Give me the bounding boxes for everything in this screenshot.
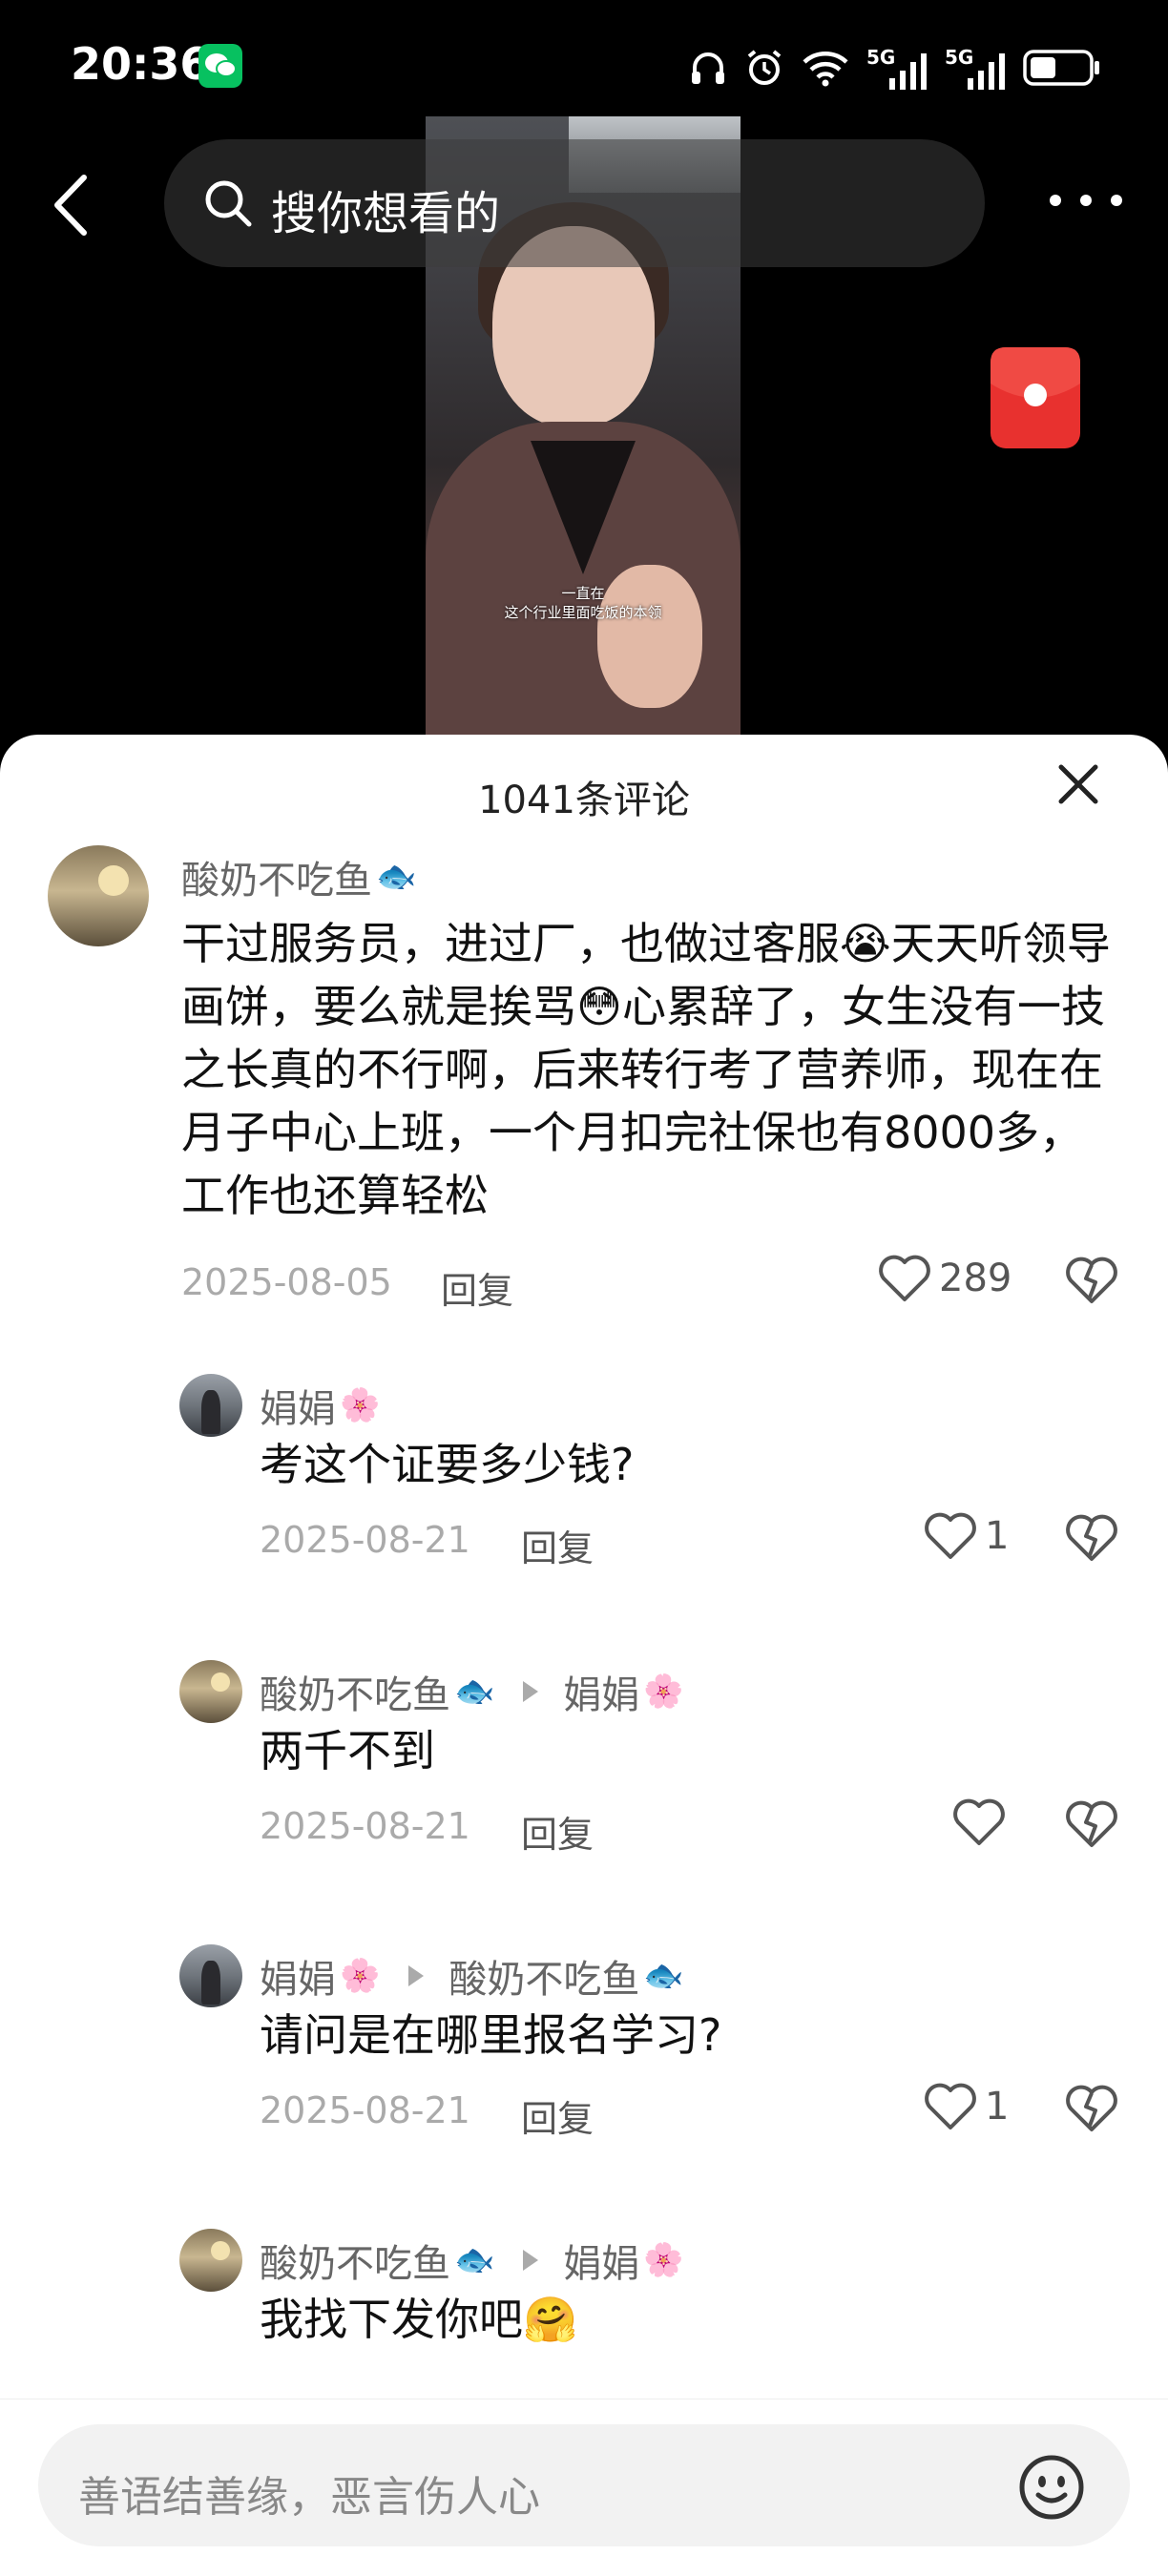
reply-item: 娟娟 🌸 酸奶不吃鱼 🐟 请问是在哪里报名学习? 2025-08-21 回复 1 <box>0 1944 1168 2212</box>
emoji-icon[interactable] <box>1017 2453 1086 2522</box>
reply-text: 两千不到 <box>260 1725 435 1776</box>
more-icon <box>1050 195 1061 206</box>
reply-text: 请问是在哪里报名学习? <box>260 2009 722 2061</box>
reply-to-arrow-icon <box>523 2250 539 2271</box>
wifi-icon <box>803 52 848 87</box>
reply-button[interactable]: 回复 <box>521 1805 594 1858</box>
like-count: 289 <box>939 1257 1012 1300</box>
reply-username[interactable]: 酸奶不吃鱼 🐟 娟娟 🌸 <box>260 1664 684 1719</box>
heart-icon <box>925 2083 976 2129</box>
comment-input[interactable]: 善语结善缘，恶言伤人心 <box>38 2424 1130 2546</box>
reply-item: 娟娟 🌸 考这个证要多少钱? 2025-08-21 回复 1 <box>0 1374 1168 1641</box>
comment-input-placeholder: 善语结善缘，恶言伤人心 <box>78 2473 540 2522</box>
video-caption-line1: 一直在 <box>561 585 605 602</box>
headphones-icon <box>692 52 724 84</box>
status-icons: 5G 5G <box>689 44 1101 92</box>
comment-input-area: 善语结善缘，恶言伤人心 <box>0 2399 1168 2576</box>
status-time: 20:36 <box>71 38 211 90</box>
broken-heart-icon[interactable] <box>1065 1799 1118 1849</box>
reply-date: 2025-08-21 <box>260 1519 470 1561</box>
red-packet-icon[interactable] <box>989 345 1082 450</box>
reply-item: 酸奶不吃鱼 🐟 娟娟 🌸 我找下发你吧🤗 <box>0 2229 1168 2400</box>
like-button[interactable]: 289 <box>878 1254 1012 1303</box>
like-count: 1 <box>985 1514 1010 1558</box>
avatar[interactable] <box>179 1660 242 1723</box>
comment-item: 酸奶不吃鱼 🐟 干过服务员，进过厂，也做过客服😭天天听领导画饼，要么就是挨骂😳心累… <box>0 735 1168 1345</box>
avatar[interactable] <box>48 845 149 946</box>
like-count: 1 <box>985 2085 1010 2129</box>
reply-text: 考这个证要多少钱? <box>260 1439 635 1490</box>
broken-heart-icon[interactable] <box>1065 1513 1118 1563</box>
avatar[interactable] <box>179 1944 242 2007</box>
signal-5g-1: 5G <box>866 46 928 90</box>
reply-date: 2025-08-21 <box>260 1805 470 1847</box>
search-placeholder: 搜你想看的 <box>271 187 501 240</box>
reply-button[interactable]: 回复 <box>521 2089 594 2142</box>
video-caption: 一直在 这个行业里面吃饭的本领 <box>426 584 740 622</box>
reply-username[interactable]: 娟娟 🌸 酸奶不吃鱼 🐟 <box>260 1948 684 2004</box>
like-button[interactable]: 1 <box>924 2082 1009 2131</box>
reply-button[interactable]: 回复 <box>521 1519 594 1571</box>
reply-date: 2025-08-21 <box>260 2089 470 2131</box>
reply-button[interactable]: 回复 <box>441 1261 513 1314</box>
reply-to-arrow-icon <box>523 1681 539 1702</box>
comment-date: 2025-08-05 <box>181 1261 392 1303</box>
like-button[interactable] <box>952 1797 1006 1847</box>
heart-icon <box>925 1512 976 1559</box>
status-bar: 20:36 5G 5G <box>0 0 1168 134</box>
back-icon <box>54 175 87 236</box>
reply-username[interactable]: 酸奶不吃鱼 🐟 娟娟 🌸 <box>260 2233 684 2288</box>
comments-sheet: 1041条评论 酸奶不吃鱼 🐟 干过服务员，进过厂，也做过客服😭天天听领导画饼，要… <box>0 735 1168 2576</box>
comment-text: 干过服务员，进过厂，也做过客服😭天天听领导画饼，要么就是挨骂😳心累辞了，女生没有… <box>181 918 1111 1221</box>
reply-username[interactable]: 娟娟 🌸 <box>260 1378 380 1433</box>
broken-heart-icon[interactable] <box>1065 2084 1118 2133</box>
search-icon <box>205 180 252 227</box>
avatar[interactable] <box>179 1374 242 1437</box>
signal-5g-2: 5G <box>945 46 1006 90</box>
broken-heart-icon[interactable] <box>1065 1256 1118 1305</box>
more-button[interactable] <box>1050 186 1122 215</box>
reply-text: 我找下发你吧🤗 <box>260 2294 578 2345</box>
avatar[interactable] <box>179 2229 242 2292</box>
wechat-notification-icon <box>198 44 242 88</box>
alarm-icon <box>747 50 782 85</box>
heart-icon <box>879 1255 930 1301</box>
search-bar[interactable]: 搜你想看的 <box>164 139 985 267</box>
heart-icon <box>953 1798 1005 1845</box>
back-button[interactable] <box>48 172 95 239</box>
video-caption-line2: 这个行业里面吃饭的本领 <box>504 604 662 621</box>
reply-item: 酸奶不吃鱼 🐟 娟娟 🌸 两千不到 2025-08-21 回复 <box>0 1660 1168 1927</box>
battery-icon <box>1023 50 1099 86</box>
like-button[interactable]: 1 <box>924 1511 1009 1561</box>
reply-to-arrow-icon <box>408 1965 425 1986</box>
comment-username[interactable]: 酸奶不吃鱼 🐟 <box>181 849 416 904</box>
